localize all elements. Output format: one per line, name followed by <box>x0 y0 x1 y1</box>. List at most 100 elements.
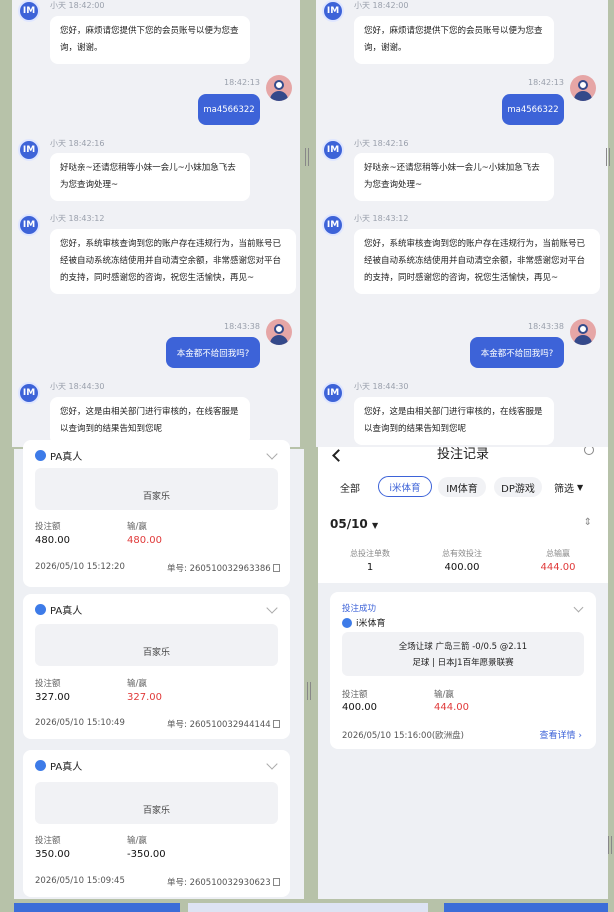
chevron-down-icon[interactable] <box>573 602 584 613</box>
win-value: -350.00 <box>127 849 166 860</box>
copy-icon[interactable] <box>272 720 280 728</box>
win-label: 输/赢 <box>434 690 454 700</box>
win-value: 480.00 <box>127 535 162 546</box>
user-message-bubble: 本金都不给回我吗? <box>166 337 260 368</box>
win-label: 输/赢 <box>127 836 147 846</box>
order-number[interactable]: 单号: 260510032930623 <box>167 876 280 888</box>
message-bubble: 您好，麻烦请您提供下您的会员账号以便为您查询，谢谢。 <box>50 16 250 64</box>
user-message-bubble: ma4566322 <box>198 94 260 125</box>
tab-im-sports[interactable]: IM体育 <box>438 477 486 497</box>
view-details-link[interactable]: 查看详情 › <box>540 728 582 741</box>
user-avatar <box>266 319 292 345</box>
record-datetime: 2026/05/10 15:09:45 <box>35 876 125 886</box>
caret-down-icon: ▼ <box>577 482 584 492</box>
message-time: 18:43:38 <box>224 322 260 331</box>
user-message-bubble: 本金都不给回我吗? <box>470 337 564 368</box>
game-box: 百家乐 <box>35 624 278 666</box>
stat-value: 1 <box>366 562 374 573</box>
stat-value: 444.00 <box>540 562 576 573</box>
message-time: 18:43:38 <box>528 322 564 331</box>
stat-label: 总有效投注 <box>442 549 482 558</box>
win-value: 327.00 <box>127 692 162 703</box>
order-number[interactable]: 单号: 260510032963386 <box>167 562 280 574</box>
splitter-handle[interactable] <box>305 148 309 166</box>
record-datetime: 2026/05/10 15:12:20 <box>35 562 125 572</box>
message-meta: 小天 18:42:00 <box>50 1 105 10</box>
bet-info-box: 全场让球 广岛三箭 -0/0.5 @2.11 足球 | 日本J1百年愿景联赛 <box>342 632 584 676</box>
bet-label: 投注额 <box>35 679 61 689</box>
bet-label: 投注额 <box>35 836 61 846</box>
win-value: 444.00 <box>434 702 469 713</box>
splitter-handle[interactable] <box>608 836 612 854</box>
win-label: 输/赢 <box>127 679 147 689</box>
platform-icon <box>35 760 46 771</box>
stat-label: 总投注单数 <box>350 549 390 558</box>
user-avatar <box>266 75 292 101</box>
message-bubble: 好哒亲~还请您稍等小妹一会儿~小妹加急飞去为您查询处理~ <box>50 153 250 201</box>
record-datetime: 2026/05/10 15:10:49 <box>35 718 125 728</box>
bet-record-card[interactable]: PA真人 百家乐 投注额 327.00 输/赢 327.00 2026/05/1… <box>23 594 290 739</box>
splitter-handle[interactable] <box>307 682 311 700</box>
message-bubble: 您好，系统审核查询到您的账户存在违规行为，当前账号已经被自动系统冻结使用并自动清… <box>354 229 600 294</box>
message-bubble: 您好，这是由相关部门进行审核的，在线客服是以查询到的结果告知到您呢 <box>50 397 250 445</box>
message-bubble: 您好，系统审核查询到您的账户存在违规行为，当前账号已经被自动系统冻结使用并自动清… <box>50 229 296 294</box>
platform-icon <box>35 450 46 461</box>
bet-datetime: 2026/05/10 15:16:00(欧洲盘) <box>342 731 465 741</box>
card-header: PA真人 <box>35 448 82 463</box>
bet-value: 350.00 <box>35 849 70 860</box>
message-bubble: 好哒亲~还请您稍等小妹一会儿~小妹加急飞去为您查询处理~ <box>354 153 554 201</box>
message-time: 18:42:13 <box>224 78 260 87</box>
message-bubble: 您好，这是由相关部门进行审核的，在线客服是以查询到的结果告知到您呢 <box>354 397 554 445</box>
chevron-down-icon[interactable] <box>266 758 278 770</box>
message-meta: 小天 18:43:12 <box>354 214 409 223</box>
game-box: 百家乐 <box>35 468 278 510</box>
bet-status: 投注成功 <box>342 604 377 614</box>
bet-record-card[interactable]: PA真人 百家乐 投注额 480.00 输/赢 480.00 2026/05/1… <box>23 440 290 587</box>
message-meta: 小天 18:42:16 <box>50 139 105 148</box>
agent-avatar: IM <box>18 382 40 404</box>
agent-avatar: IM <box>322 382 344 404</box>
message-meta: 小天 18:42:00 <box>354 1 409 10</box>
copy-icon[interactable] <box>272 878 280 886</box>
page-title: 投注记录 <box>436 447 489 462</box>
bet-record-card[interactable]: PA真人 百家乐 投注额 350.00 输/赢 -350.00 2026/05/… <box>23 750 290 897</box>
stat-value: 400.00 <box>444 562 480 573</box>
user-avatar <box>570 319 596 345</box>
tab-all[interactable]: 全部 <box>330 477 370 497</box>
chat-panel-right: IM 小天 18:42:00 您好，麻烦请您提供下您的会员账号以便为您查询，谢谢… <box>316 0 608 447</box>
tab-imi-sports[interactable]: i米体育 <box>378 476 432 497</box>
platform-icon <box>342 617 352 628</box>
splitter-handle[interactable] <box>606 148 610 166</box>
agent-avatar: IM <box>18 214 40 236</box>
chevron-down-icon[interactable] <box>266 602 278 614</box>
message-time: 18:42:13 <box>528 78 564 87</box>
bet-label: 投注额 <box>35 522 61 532</box>
bottom-bar <box>14 903 180 912</box>
agent-avatar: IM <box>322 0 344 22</box>
order-number[interactable]: 单号: 260510032944144 <box>167 718 280 730</box>
win-label: 输/赢 <box>127 522 147 532</box>
sort-icon[interactable]: ⇕ <box>584 517 592 528</box>
platform-icon <box>35 604 46 615</box>
betlog-panel: 投注记录 全部 i米体育 IM体育 DP游戏 筛选 ▼ 05/10 ▼ ⇕ 总投注… <box>318 447 608 899</box>
platform-row: i米体育 <box>342 616 386 629</box>
card-header: PA真人 <box>35 758 82 773</box>
tab-dp-games[interactable]: DP游戏 <box>494 477 542 497</box>
filter-button[interactable]: 筛选 ▼ <box>554 477 583 497</box>
message-meta: 小天 18:44:30 <box>50 382 105 391</box>
bottom-bar <box>444 903 608 912</box>
message-meta: 小天 18:42:16 <box>354 139 409 148</box>
bet-line: 全场让球 广岛三箭 -0/0.5 @2.11 <box>398 642 528 652</box>
date-selector[interactable]: 05/10 ▼ <box>330 517 378 531</box>
copy-icon[interactable] <box>272 564 280 572</box>
chevron-down-icon[interactable] <box>266 448 278 460</box>
bet-value: 480.00 <box>35 535 70 546</box>
message-meta: 小天 18:44:30 <box>354 382 409 391</box>
bet-value: 327.00 <box>35 692 70 703</box>
league-line: 足球 | 日本J1百年愿景联赛 <box>412 658 514 668</box>
chat-panel-left: IM 小天 18:42:00 您好，麻烦请您提供下您的会员账号以便为您查询，谢谢… <box>12 0 300 447</box>
bet-detail-card[interactable]: 投注成功 i米体育 全场让球 广岛三箭 -0/0.5 @2.11 足球 | 日本… <box>330 592 596 749</box>
bet-label: 投注额 <box>342 690 368 700</box>
agent-avatar: IM <box>18 0 40 22</box>
stat-label: 总输赢 <box>546 549 570 558</box>
